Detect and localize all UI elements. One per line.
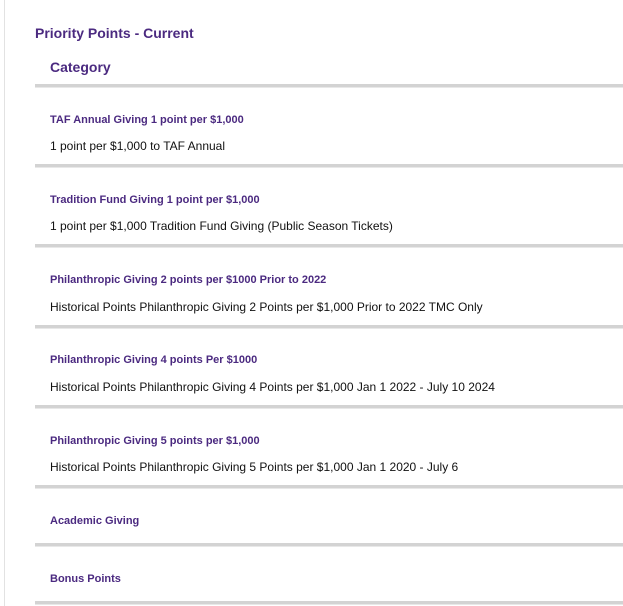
category-title-bonus-points: Bonus Points: [50, 573, 121, 585]
category-description-philanthropic-4: Historical Points Philanthropic Giving 4…: [50, 380, 495, 394]
row-divider: [35, 325, 623, 329]
header-divider: [35, 84, 623, 88]
category-description-taf-annual: 1 point per $1,000 to TAF Annual: [50, 139, 226, 153]
category-title-tradition-fund: Tradition Fund Giving 1 point per $1,000: [50, 194, 260, 206]
row-divider: [35, 485, 623, 489]
category-title-philanthropic-4: Philanthropic Giving 4 points Per $1000: [50, 354, 258, 366]
category-title-philanthropic-2: Philanthropic Giving 2 points per $1000 …: [50, 274, 327, 286]
category-column-header: Category: [50, 59, 111, 75]
row-divider: [35, 405, 623, 409]
category-description-philanthropic-5: Historical Points Philanthropic Giving 5…: [50, 460, 459, 474]
category-title-philanthropic-5: Philanthropic Giving 5 points per $1,000: [50, 435, 260, 447]
row-divider: [35, 601, 623, 605]
category-description-philanthropic-2: Historical Points Philanthropic Giving 2…: [50, 300, 483, 314]
category-title-taf-annual: TAF Annual Giving 1 point per $1,000: [50, 114, 244, 126]
priority-points-panel: Priority Points - Current Category TAF A…: [4, 0, 623, 606]
row-divider: [35, 244, 623, 248]
page-title: Priority Points - Current: [35, 25, 194, 41]
category-title-academic-giving: Academic Giving: [50, 515, 140, 527]
row-divider: [35, 164, 623, 168]
row-divider: [35, 543, 623, 547]
category-description-tradition-fund: 1 point per $1,000 Tradition Fund Giving…: [50, 219, 393, 233]
